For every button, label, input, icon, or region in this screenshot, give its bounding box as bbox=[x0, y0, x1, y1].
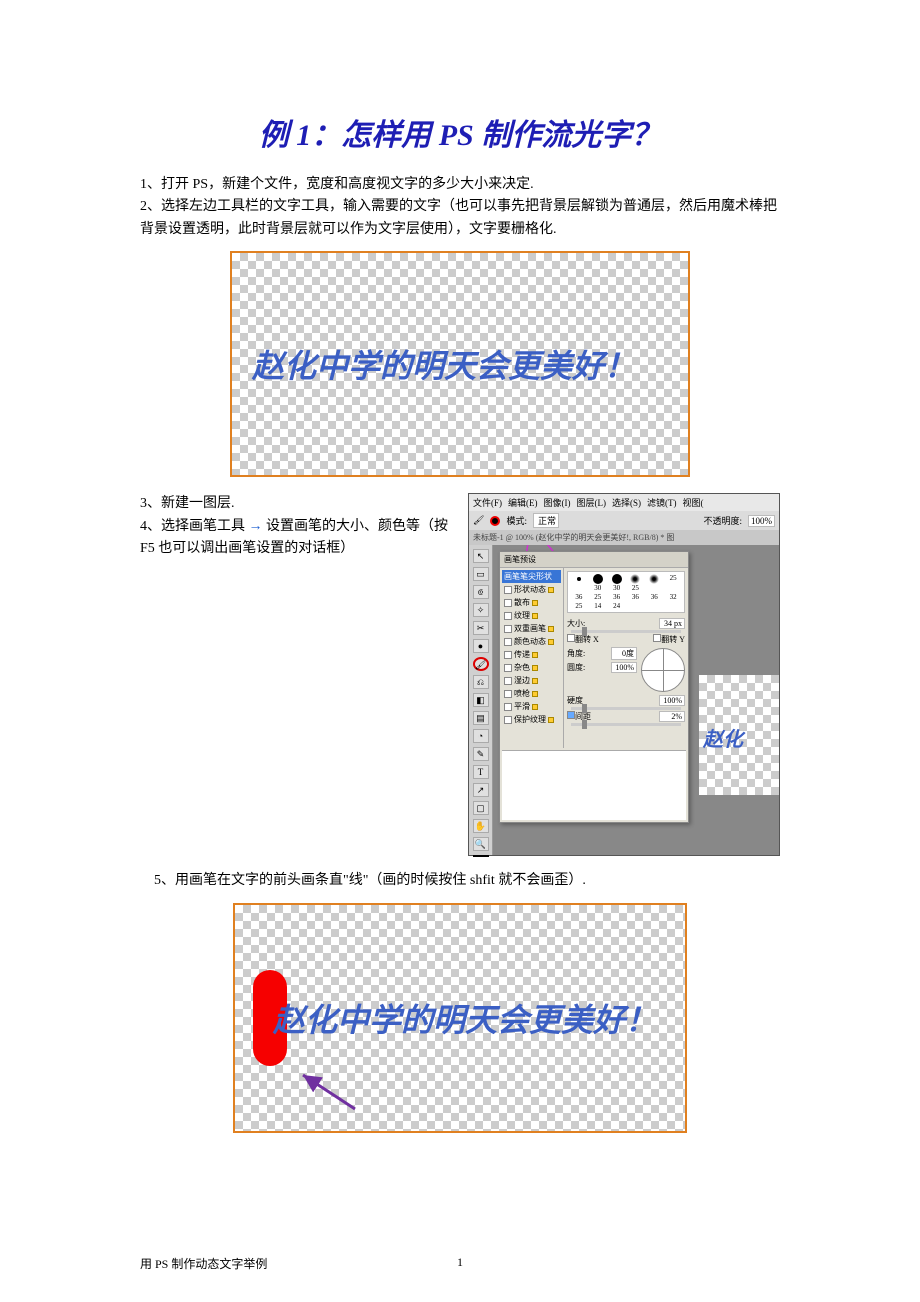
opt-airbrush[interactable]: 喷枪 bbox=[502, 687, 561, 700]
brush-panel: 画笔预设 画笔笔尖形状 形状动态 散布 纹理 双重画笔 颜色动态 传递 杂色 湿… bbox=[499, 551, 689, 823]
brush-panel-settings: 30 30 25 25 36 25 36 36 36 32 bbox=[564, 568, 688, 748]
banner-text-2: 赵化中学的明天会更美好！ bbox=[273, 995, 657, 1041]
round-value[interactable]: 100% bbox=[611, 662, 637, 673]
menu-select[interactable]: 选择(S) bbox=[612, 496, 641, 509]
strip-text: 赵化 bbox=[703, 723, 743, 752]
shape-tool-icon[interactable]: ▢ bbox=[473, 801, 489, 815]
menu-layer[interactable]: 图层(L) bbox=[577, 496, 607, 509]
mode-value[interactable]: 正常 bbox=[533, 513, 559, 528]
page-footer: 用 PS 制作动态文字举例 1 bbox=[140, 1255, 780, 1272]
flipy-label[interactable]: 翻转 Y bbox=[661, 635, 685, 644]
figure-1-canvas: 赵化中学的明天会更美好！ bbox=[230, 251, 690, 477]
step-2-text: 2、选择左边工具栏的文字工具，输入需要的文字（也可以事先把背景层解锁为普通层，然… bbox=[140, 196, 780, 241]
lasso-tool-icon[interactable]: ⟃ bbox=[473, 585, 489, 599]
hard-value[interactable]: 100% bbox=[659, 695, 685, 706]
hard-slider[interactable] bbox=[571, 707, 681, 710]
step-5-text: 5、用画笔在文字的前头画条直"线"（画的时候按住 shfit 就不会画歪）. bbox=[140, 870, 780, 892]
menu-file[interactable]: 文件(F) bbox=[473, 496, 502, 509]
brush-preview bbox=[502, 750, 686, 820]
move-tool-icon[interactable]: ↖ bbox=[473, 549, 489, 563]
pen-tool-icon[interactable]: ✎ bbox=[473, 747, 489, 761]
opacity-label: 不透明度: bbox=[703, 514, 742, 527]
eraser-tool-icon[interactable]: ◧ bbox=[473, 693, 489, 707]
photoshop-screenshot: 文件(F) 编辑(E) 图像(I) 图层(L) 选择(S) 滤镜(T) 视图( … bbox=[468, 493, 780, 856]
step-1-text: 1、打开 PS，新建个文件，宽度和高度视文字的多少大小来决定. bbox=[140, 174, 780, 196]
banner-text-1: 赵化中学的明天会更美好！ bbox=[252, 341, 636, 387]
footer-page-number: 1 bbox=[457, 1255, 463, 1270]
spacing-value[interactable]: 2% bbox=[659, 711, 685, 722]
brush-panel-tab[interactable]: 画笔预设 bbox=[500, 552, 688, 568]
path-tool-icon[interactable]: ↗ bbox=[473, 783, 489, 797]
ps-options-bar: 🖌 模式: 正常 不透明度: 100% bbox=[469, 511, 779, 530]
blur-tool-icon[interactable]: ◔ bbox=[473, 729, 489, 743]
foreground-color-swatch[interactable] bbox=[473, 855, 489, 857]
opacity-value[interactable]: 100% bbox=[748, 515, 775, 527]
brush-preset-grid[interactable]: 30 30 25 25 36 25 36 36 36 32 bbox=[567, 571, 685, 613]
brush-panel-options: 画笔笔尖形状 形状动态 散布 纹理 双重画笔 颜色动态 传递 杂色 湿边 喷枪 … bbox=[500, 568, 564, 748]
opt-dual[interactable]: 双重画笔 bbox=[502, 622, 561, 635]
brush-tool-icon[interactable]: 🖌 bbox=[473, 515, 484, 526]
mode-label: 模式: bbox=[506, 514, 527, 527]
opt-tip-shape[interactable]: 画笔笔尖形状 bbox=[502, 570, 561, 583]
round-label: 圆度: bbox=[567, 662, 585, 673]
opt-noise[interactable]: 杂色 bbox=[502, 661, 561, 674]
ps-menu-bar: 文件(F) 编辑(E) 图像(I) 图层(L) 选择(S) 滤镜(T) 视图( bbox=[469, 494, 779, 511]
opt-transfer[interactable]: 传递 bbox=[502, 648, 561, 661]
gradient-tool-icon[interactable]: ▤ bbox=[473, 711, 489, 725]
step-3-text: 3、新建一图层. bbox=[140, 493, 458, 515]
size-slider[interactable] bbox=[571, 630, 681, 633]
hand-tool-icon[interactable]: ✋ bbox=[473, 819, 489, 833]
angle-control[interactable] bbox=[641, 648, 685, 692]
brush-tool-circled-icon[interactable]: 🖌 bbox=[473, 657, 489, 671]
crop-tool-icon[interactable]: ✂ bbox=[473, 621, 489, 635]
flipx-label[interactable]: 翻转 X bbox=[575, 635, 599, 644]
step-4-text: 4、选择画笔工具 → 设置画笔的大小、颜色等（按 F5 也可以调出画笔设置的对话… bbox=[140, 516, 458, 561]
opt-wet[interactable]: 湿边 bbox=[502, 674, 561, 687]
angle-label: 角度: bbox=[567, 648, 585, 659]
menu-edit[interactable]: 编辑(E) bbox=[508, 496, 538, 509]
menu-view[interactable]: 视图( bbox=[683, 496, 704, 509]
opt-protect[interactable]: 保护纹理 bbox=[502, 713, 561, 726]
figure-2-canvas: 赵化中学的明天会更美好！ bbox=[233, 903, 687, 1133]
arrow-right-icon: → bbox=[249, 519, 263, 534]
brush-preset-icon[interactable] bbox=[490, 516, 500, 526]
opt-shape-dyn[interactable]: 形状动态 bbox=[502, 583, 561, 596]
hard-label: 硬度 bbox=[567, 695, 583, 706]
opt-scatter[interactable]: 散布 bbox=[502, 596, 561, 609]
menu-filter[interactable]: 滤镜(T) bbox=[647, 496, 677, 509]
page-title: 例 1：怎样用 PS 制作流光字？ bbox=[140, 110, 780, 154]
purple-arrow-icon bbox=[295, 1067, 375, 1117]
opt-smooth[interactable]: 平滑 bbox=[502, 700, 561, 713]
step-4a: 4、选择画笔工具 bbox=[140, 519, 245, 534]
ps-tool-palette: ↖ ▭ ⟃ ✧ ✂ ● 🖌 ⎌ ◧ ▤ ◔ ✎ T ↗ ▢ ✋ 🔍 bbox=[469, 545, 493, 855]
menu-image[interactable]: 图像(I) bbox=[544, 496, 571, 509]
eyedropper-tool-icon[interactable]: ● bbox=[473, 639, 489, 653]
spacing-slider[interactable] bbox=[571, 723, 681, 726]
canvas-strip: 赵化 bbox=[699, 675, 779, 795]
opt-texture[interactable]: 纹理 bbox=[502, 609, 561, 622]
ps-doc-title: 未标题-1 @ 100% (赵化中学的明天会更美好!, RGB/8) * 图 bbox=[469, 530, 779, 545]
wand-tool-icon[interactable]: ✧ bbox=[473, 603, 489, 617]
zoom-tool-icon[interactable]: 🔍 bbox=[473, 837, 489, 851]
stamp-tool-icon[interactable]: ⎌ bbox=[473, 675, 489, 689]
marquee-tool-icon[interactable]: ▭ bbox=[473, 567, 489, 581]
angle-value[interactable]: 0度 bbox=[611, 647, 637, 660]
footer-left: 用 PS 制作动态文字举例 bbox=[140, 1255, 267, 1272]
ps-canvas-area: 画笔预设 画笔笔尖形状 形状动态 散布 纹理 双重画笔 颜色动态 传递 杂色 湿… bbox=[493, 545, 779, 855]
type-tool-icon[interactable]: T bbox=[473, 765, 489, 779]
size-value[interactable]: 34 px bbox=[659, 618, 685, 629]
opt-color-dyn[interactable]: 颜色动态 bbox=[502, 635, 561, 648]
